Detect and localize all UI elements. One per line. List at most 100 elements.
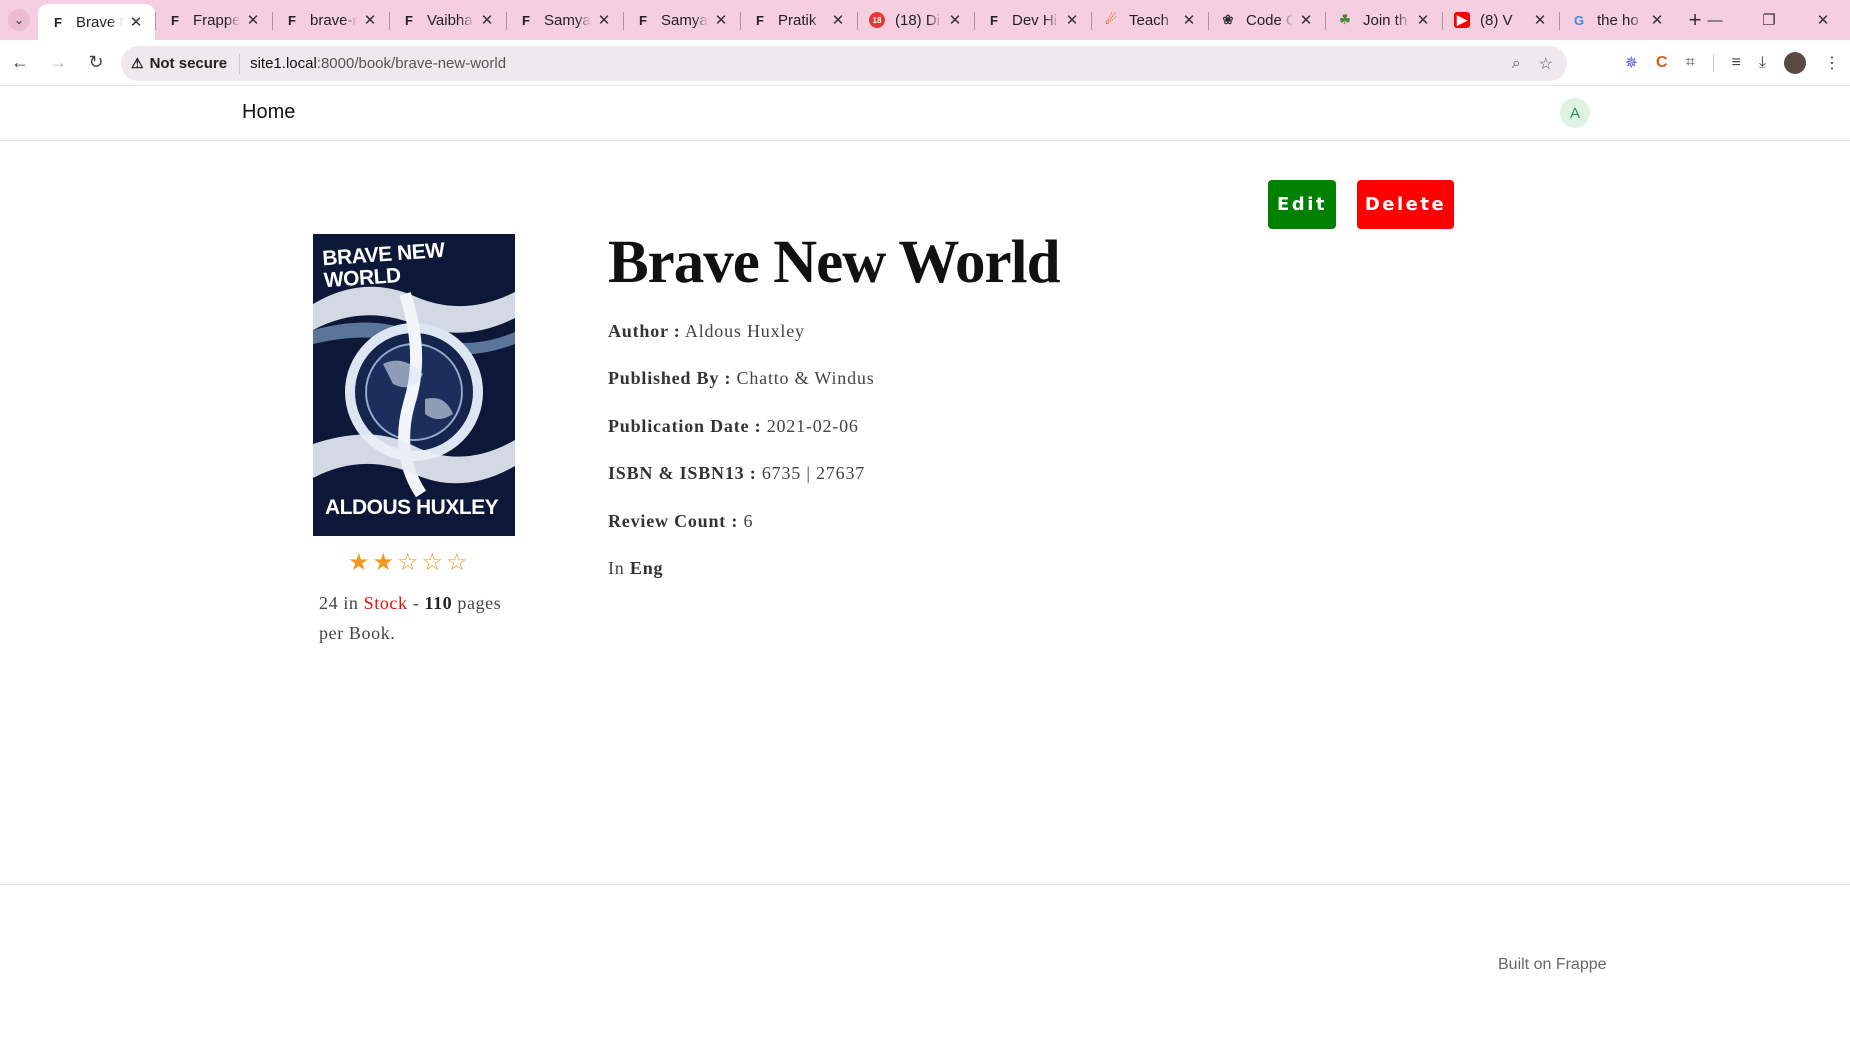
user-avatar[interactable]: A — [1560, 98, 1590, 128]
isbn-label: ISBN & ISBN13 : — [608, 463, 757, 483]
address-bar-actions: ⌕ ☆ — [1512, 46, 1553, 81]
tab-search-button[interactable]: ⌄ — [0, 0, 38, 40]
leaf-icon: ☘ — [1339, 12, 1351, 27]
media-control-icon[interactable]: ≡ — [1732, 54, 1741, 72]
edit-button[interactable]: Edit — [1268, 180, 1336, 229]
reload-button[interactable]: ↻ — [78, 45, 114, 81]
browser-tab-strip: ⌄ FBrave New World✕FFrappe✕Fbrave-new-wo… — [0, 0, 1850, 40]
arrow-left-icon: ← — [11, 52, 29, 72]
close-tab-icon[interactable]: ✕ — [829, 11, 847, 29]
close-tab-icon[interactable]: ✕ — [1531, 11, 1549, 29]
publication-date-value: 2021-02-06 — [766, 416, 859, 436]
stock-in-text: in — [343, 593, 359, 613]
browser-tab[interactable]: F Samyak✕ — [623, 0, 740, 40]
publication-date-row: Publication Date : 2021-02-06 — [608, 416, 859, 437]
publisher-row: Published By : Chatto & Windus — [608, 368, 875, 389]
close-tab-icon[interactable]: ✕ — [361, 11, 379, 29]
close-tab-icon[interactable]: ✕ — [712, 11, 730, 29]
star-rating: ★★☆☆☆ — [348, 548, 471, 577]
stock-count: 24 — [319, 593, 339, 613]
stock-label: Stock — [363, 593, 408, 613]
close-tab-icon[interactable]: ✕ — [127, 13, 145, 31]
publication-date-label: Publication Date : — [608, 416, 762, 436]
frappe-icon: F — [522, 12, 530, 28]
browser-tab[interactable]: F Dev Hi ✕ — [974, 0, 1091, 40]
profile-avatar[interactable] — [1784, 52, 1806, 74]
browser-tab[interactable]: ❀ Code C ✕ — [1208, 0, 1325, 40]
star-empty-icon: ☆ — [421, 549, 447, 576]
url-path: :8000/book/brave-new-world — [316, 55, 507, 72]
author-row: Author : Aldous Huxley — [608, 321, 805, 342]
security-label: Not secure — [149, 55, 228, 72]
download-icon[interactable]: ⤓ — [1759, 54, 1766, 72]
browser-tab[interactable]: Gthe ho ✕ — [1559, 0, 1676, 40]
puzzle-icon[interactable]: ⌗ — [1686, 54, 1695, 72]
close-tab-icon[interactable]: ✕ — [946, 11, 964, 29]
restore-button[interactable]: ❐ — [1742, 11, 1796, 29]
stock-info: 24 in Stock - 110 pages per Book. — [319, 588, 524, 648]
browser-tab[interactable]: ▶ (8) V ✕ — [1442, 0, 1559, 40]
review-count-value: 6 — [743, 511, 754, 531]
tab-title: Pratik — [778, 11, 817, 29]
minimize-button[interactable]: — — [1688, 12, 1742, 29]
browser-tab[interactable]: F Frappe ✕ — [155, 0, 272, 40]
book-cover-image: BRAVE NEW WORLD ALDOUS HUXLEY — [313, 234, 515, 536]
publisher-label: Published By : — [608, 368, 732, 388]
back-button[interactable]: ← — [2, 45, 38, 81]
url-host: site1.local — [250, 55, 317, 72]
frappe-icon: F — [405, 12, 413, 28]
browser-tab[interactable]: ☘ Join th ✕ — [1325, 0, 1442, 40]
stock-dash: - — [412, 593, 420, 613]
review-count-label: Review Count : — [608, 511, 739, 531]
frappe-icon: F — [54, 14, 62, 30]
frappe-icon: F — [756, 12, 764, 28]
tab-title: (18) Di — [895, 11, 941, 29]
close-tab-icon[interactable]: ✕ — [1180, 11, 1198, 29]
star-filled-icon: ★ — [348, 549, 373, 576]
browser-tab[interactable]: F Pratik ✕ — [740, 0, 857, 40]
address-bar[interactable]: ⚠ Not secure site1.local:8000/book/brave… — [121, 46, 1567, 81]
security-indicator[interactable]: ⚠ Not secure — [131, 53, 241, 74]
openai-icon: ❀ — [1222, 12, 1234, 27]
author-label: Author : — [608, 321, 681, 341]
frappe-icon: F — [171, 12, 179, 28]
home-link[interactable]: Home — [242, 101, 295, 124]
browser-tab[interactable]: F Vaibhav✕ — [389, 0, 506, 40]
close-tab-icon[interactable]: ✕ — [1297, 11, 1315, 29]
browser-tab[interactable]: 18 (18) Di ✕ — [857, 0, 974, 40]
close-tab-icon[interactable]: ✕ — [244, 11, 262, 29]
isbn-row: ISBN & ISBN13 : 6735 | 27637 — [608, 463, 865, 484]
browser-tab[interactable]: F Samyak✕ — [506, 0, 623, 40]
site-navbar: Home A — [0, 87, 1850, 141]
page-count: 110 — [424, 593, 453, 613]
language-row: In Eng — [608, 558, 663, 579]
window-controls: — ❐ ✕ — [1688, 0, 1850, 40]
youtube-icon: ▶ — [1454, 12, 1470, 28]
built-on-frappe-text: Built on Frappe — [1498, 956, 1607, 973]
close-tab-icon[interactable]: ✕ — [478, 11, 496, 29]
star-filled-icon: ★ — [372, 549, 398, 576]
close-tab-icon[interactable]: ✕ — [595, 11, 613, 29]
browser-tab[interactable]: ☄ Teach ✕ — [1091, 0, 1208, 40]
browser-tab[interactable]: F Brave New World✕ — [38, 4, 155, 40]
star-empty-icon: ☆ — [397, 549, 422, 576]
zoom-icon[interactable]: ⌕ — [1512, 55, 1521, 73]
bookmark-star-icon[interactable]: ☆ — [1539, 54, 1553, 74]
url-text[interactable]: site1.local:8000/book/brave-new-world — [250, 55, 506, 72]
close-tab-icon[interactable]: ✕ — [1414, 11, 1432, 29]
tab-title: Vaibhav — [427, 11, 474, 29]
tab-title: Frappe — [193, 11, 240, 29]
browser-tab[interactable]: Fbrave-new-world✕ — [272, 0, 389, 40]
close-window-button[interactable]: ✕ — [1796, 11, 1850, 29]
cover-author-text: ALDOUS HUXLEY — [325, 496, 499, 519]
kebab-menu-icon[interactable]: ⋮ — [1824, 53, 1840, 73]
extension-icon[interactable]: ✵ — [1625, 53, 1638, 73]
tab-title: Code C — [1246, 11, 1293, 29]
close-tab-icon[interactable]: ✕ — [1648, 11, 1666, 29]
delete-button[interactable]: Delete — [1357, 180, 1454, 229]
isbn-value: 6735 | 27637 — [761, 463, 866, 483]
extension-icon[interactable]: C — [1656, 54, 1668, 72]
forward-button[interactable]: → — [40, 45, 76, 81]
tab-list: FBrave New World✕FFrappe✕Fbrave-new-worl… — [38, 0, 1676, 40]
close-tab-icon[interactable]: ✕ — [1063, 11, 1081, 29]
